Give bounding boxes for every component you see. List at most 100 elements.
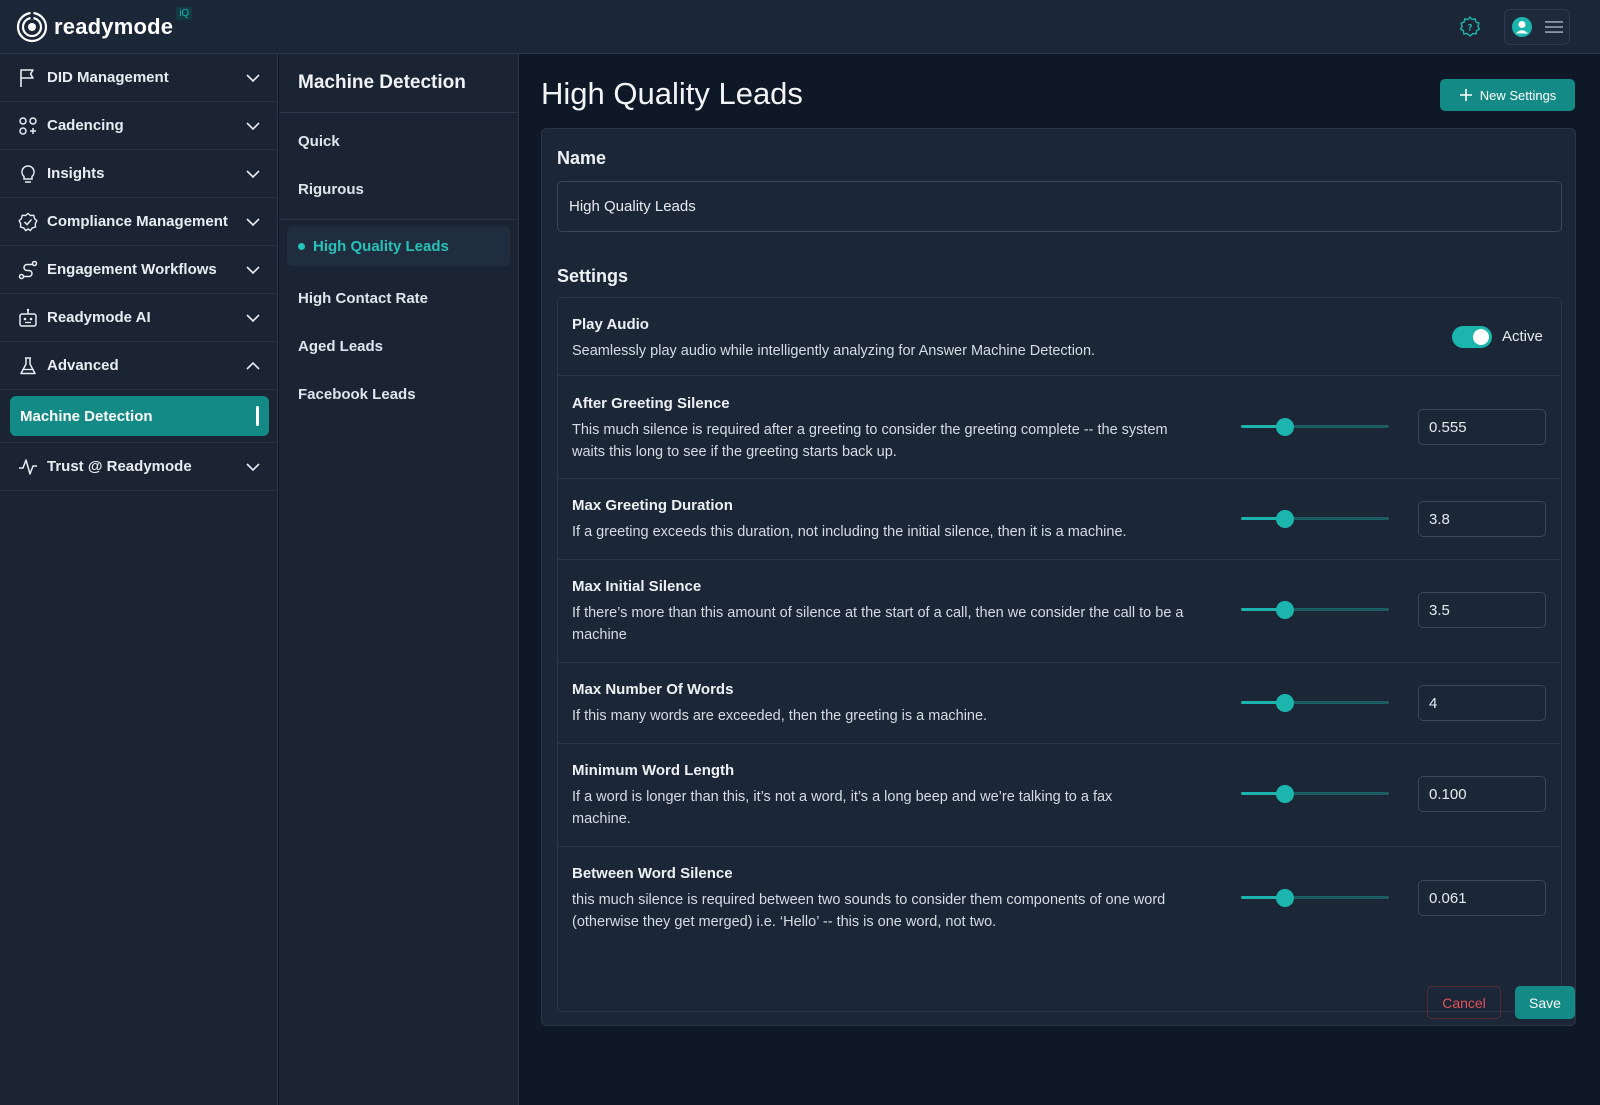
max-greeting-duration-slider[interactable]	[1241, 509, 1389, 529]
max-greeting-duration-input[interactable]	[1418, 501, 1546, 537]
between-word-silence-input[interactable]	[1418, 880, 1546, 916]
sidebar-item-did-management[interactable]: DID Management	[0, 54, 277, 102]
slider-knob[interactable]	[1276, 418, 1295, 436]
logo-text: readymode	[54, 13, 174, 39]
top-bar: readymode iQ ?	[0, 0, 1600, 54]
route-icon	[18, 260, 38, 279]
sidebar: DID Management Cadencing Insights Compli…	[0, 54, 278, 1105]
play-audio-toggle[interactable]	[1452, 326, 1492, 348]
settings-list: Play Audio Seamlessly play audio while i…	[557, 297, 1562, 1012]
max-number-of-words-slider[interactable]	[1241, 693, 1389, 713]
setting-title: Max Greeting Duration	[572, 497, 733, 514]
divider	[279, 219, 518, 220]
hamburger-menu-icon	[1544, 21, 1563, 33]
new-settings-button[interactable]: New Settings	[1440, 79, 1575, 111]
help-gear-icon[interactable]: ?	[1458, 15, 1482, 39]
setting-title: After Greeting Silence	[572, 395, 730, 412]
preset-item-high-quality-leads[interactable]: High Quality Leads	[287, 226, 510, 266]
sidebar-item-engagement-workflows[interactable]: Engagement Workflows	[0, 246, 277, 294]
setting-row-max-initial-silence: Max Initial Silence If there’s more than…	[558, 560, 1561, 663]
after-greeting-silence-slider[interactable]	[1241, 417, 1389, 437]
setting-title: Between Word Silence	[572, 865, 733, 882]
plus-icon	[1459, 89, 1472, 101]
sidebar-item-label: Advanced	[47, 357, 119, 374]
robot-icon	[19, 308, 37, 327]
setting-title: Max Initial Silence	[572, 578, 702, 595]
lightbulb-icon	[21, 164, 35, 183]
setting-description: If a greeting exceeds this duration, not…	[572, 524, 1127, 540]
slider-knob[interactable]	[1276, 510, 1295, 528]
preset-item-high-contact-rate[interactable]: High Contact Rate	[279, 274, 518, 322]
settings-heading: Settings	[557, 266, 629, 286]
toggle-knob	[1473, 329, 1489, 345]
setting-description: Seamlessly play audio while intelligentl…	[572, 343, 1096, 359]
setting-row-after-greeting-silence: After Greeting Silence This much silence…	[558, 376, 1561, 479]
preset-item-rigurous[interactable]: Rigurous	[279, 165, 518, 213]
sidebar-item-compliance-management[interactable]: Compliance Management	[0, 198, 277, 246]
preset-item-label: High Quality Leads	[313, 237, 449, 255]
active-dot	[298, 242, 305, 250]
setting-row-max-number-of-words: Max Number Of Words If this many words a…	[558, 663, 1561, 744]
max-initial-silence-slider[interactable]	[1241, 600, 1389, 620]
flask-icon	[20, 356, 36, 374]
sidebar-item-trust-readymode[interactable]: Trust @ Readymode	[0, 443, 277, 491]
max-number-of-words-input[interactable]	[1418, 685, 1546, 721]
max-initial-silence-input[interactable]	[1418, 592, 1546, 628]
setting-description: this much silence is required between tw…	[572, 892, 1166, 930]
avatar-icon	[1511, 17, 1532, 37]
sidebar-subitem-machine-detection[interactable]: Machine Detection	[10, 396, 269, 436]
setting-description: If this many words are exceeded, then th…	[572, 708, 988, 724]
sidebar-item-label: Insights	[47, 165, 105, 182]
secondary-nav: Machine Detection Quick Rigurous High Qu…	[279, 54, 519, 1105]
preset-item-quick[interactable]: Quick	[279, 117, 518, 165]
sidebar-subitem-label: Machine Detection	[20, 407, 153, 425]
sidebar-item-cadencing[interactable]: Cadencing	[0, 102, 277, 150]
setting-description: This much silence is required after a gr…	[572, 422, 1168, 460]
user-menu[interactable]	[1504, 9, 1570, 45]
setting-row-play-audio: Play Audio Seamlessly play audio while i…	[558, 298, 1561, 376]
slider-knob[interactable]	[1276, 601, 1295, 619]
chevron-down-icon	[246, 265, 260, 274]
setting-row-max-greeting-duration: Max Greeting Duration If a greeting exce…	[558, 479, 1561, 560]
chevron-down-icon	[246, 73, 260, 82]
preset-item-aged-leads[interactable]: Aged Leads	[279, 322, 518, 370]
minimum-word-length-slider[interactable]	[1241, 784, 1389, 804]
setting-title: Max Number Of Words	[572, 681, 734, 698]
setting-row-between-word-silence: Between Word Silence this much silence i…	[558, 847, 1561, 951]
badge-check-icon	[18, 212, 38, 231]
readymode-logo-icon	[16, 11, 48, 42]
chevron-down-icon	[246, 169, 260, 178]
cancel-button[interactable]: Cancel	[1427, 986, 1501, 1019]
minimum-word-length-input[interactable]	[1418, 776, 1546, 812]
chevron-down-icon	[246, 313, 260, 322]
setting-description: If there’s more than this amount of sile…	[572, 605, 1184, 643]
sidebar-item-readymode-ai[interactable]: Readymode AI	[0, 294, 277, 342]
sidebar-item-label: Readymode AI	[47, 309, 151, 326]
logo-badge: iQ	[176, 6, 193, 20]
page-title: High Quality Leads	[541, 76, 803, 111]
after-greeting-silence-input[interactable]	[1418, 409, 1546, 445]
chevron-down-icon	[246, 217, 260, 226]
slider-knob[interactable]	[1276, 694, 1295, 712]
sidebar-item-label: Cadencing	[47, 117, 124, 134]
name-heading: Name	[557, 148, 607, 168]
setting-title: Play Audio	[572, 316, 649, 333]
logo[interactable]: readymode iQ	[16, 6, 193, 43]
chevron-up-icon	[246, 361, 260, 370]
settings-card: Name Settings Play Audio Seamlessly play…	[541, 128, 1576, 1026]
slider-knob[interactable]	[1276, 889, 1295, 907]
between-word-silence-slider[interactable]	[1241, 888, 1389, 908]
flag-icon	[20, 68, 34, 87]
preset-item-facebook-leads[interactable]: Facebook Leads	[279, 370, 518, 418]
save-button[interactable]: Save	[1515, 986, 1575, 1019]
grid-nodes-icon	[19, 116, 37, 135]
slider-knob[interactable]	[1276, 785, 1295, 803]
sidebar-item-label: Trust @ Readymode	[47, 458, 192, 475]
sidebar-advanced-submenu: Machine Detection	[0, 390, 277, 443]
sidebar-item-advanced[interactable]: Advanced	[0, 342, 277, 390]
sidebar-item-insights[interactable]: Insights	[0, 150, 277, 198]
sidebar-item-label: DID Management	[47, 69, 169, 86]
name-input[interactable]	[557, 181, 1562, 232]
setting-row-minimum-word-length: Minimum Word Length If a word is longer …	[558, 744, 1561, 847]
sidebar-item-label: Engagement Workflows	[47, 261, 217, 278]
